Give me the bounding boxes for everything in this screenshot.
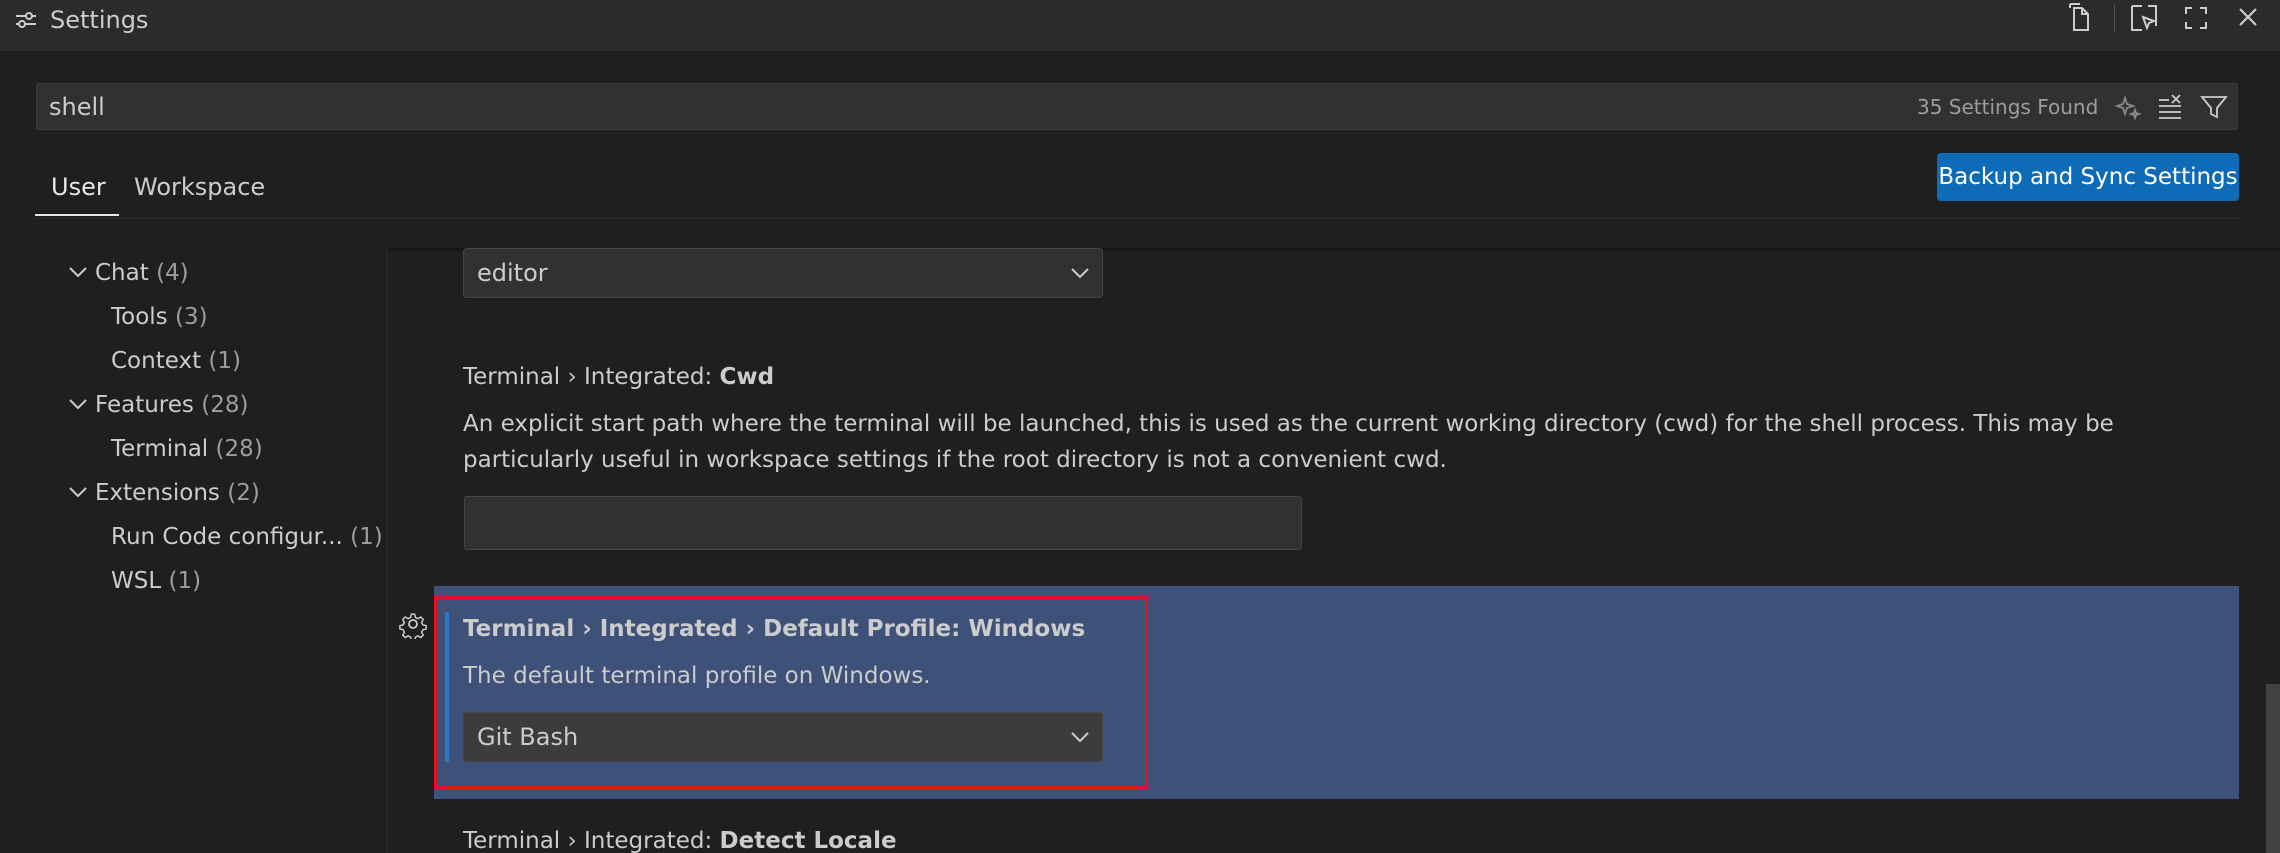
- backup-sync-button[interactable]: Backup and Sync Settings: [1937, 153, 2239, 201]
- chevron-down-icon: [67, 261, 89, 283]
- clear-filter-icon[interactable]: [2155, 92, 2185, 122]
- dropdown-value: editor: [477, 259, 548, 287]
- toc-item-chat[interactable]: Chat (4): [69, 253, 189, 293]
- chevron-down-icon: [67, 393, 89, 415]
- previous-setting-dropdown[interactable]: editor: [463, 248, 1103, 298]
- toc-item-count: (1): [208, 348, 242, 374]
- setting-name: Cwd: [719, 364, 775, 390]
- maximize-icon: [2178, 0, 2214, 36]
- close-button[interactable]: [2230, 0, 2266, 36]
- toc-item-count: (28): [201, 392, 249, 418]
- toc-item-terminal[interactable]: Terminal (28): [111, 429, 263, 469]
- settings-search-box: 35 Settings Found: [36, 83, 2238, 130]
- toc-item-label: Run Code configur...: [111, 524, 343, 550]
- settings-sliders-icon: [14, 10, 38, 30]
- toc-item-label: Extensions: [95, 480, 220, 506]
- scrollbar-thumb[interactable]: [2266, 684, 2280, 853]
- toc-item-count: (1): [350, 524, 383, 550]
- toc-item-label: Terminal: [111, 436, 209, 462]
- toc-item-count: (2): [227, 480, 260, 506]
- gear-icon[interactable]: [398, 609, 428, 639]
- inspect-button[interactable]: [2126, 0, 2162, 36]
- toc-item-label: Context: [111, 348, 202, 374]
- chevron-down-icon: [1068, 261, 1092, 285]
- setting-description-cwd: An explicit start path where the termina…: [463, 411, 2114, 473]
- toc-item-count: (1): [168, 568, 202, 594]
- open-json-icon: [2062, 0, 2098, 36]
- toc-item-extensions[interactable]: Extensions (2): [69, 473, 260, 513]
- toc-item-label: Chat: [95, 260, 149, 286]
- toc-item-count: (3): [174, 304, 208, 330]
- toc-item-count: (28): [215, 436, 263, 462]
- close-icon: [2230, 0, 2266, 36]
- setting-category: Terminal › Integrated:: [463, 364, 720, 390]
- title-separator: [2114, 4, 2115, 32]
- cwd-input[interactable]: [464, 496, 1302, 550]
- ai-search-icon[interactable]: [2113, 92, 2143, 122]
- toc-item-wsl[interactable]: WSL (1): [111, 561, 201, 601]
- search-input[interactable]: [49, 84, 1849, 129]
- tab-user[interactable]: User: [51, 172, 106, 202]
- toc-item-label: Features: [95, 392, 194, 418]
- toc-item-label: WSL: [111, 568, 162, 594]
- toc-divider: [387, 248, 388, 853]
- active-tab-indicator: [35, 214, 119, 216]
- toc-item-label: Tools: [111, 304, 168, 330]
- toc-item-count: (4): [156, 260, 189, 286]
- search-results-count: 35 Settings Found: [1917, 95, 2099, 119]
- setting-title-cwd: Terminal › Integrated: Cwd: [463, 362, 774, 392]
- title-bar: Settings: [0, 0, 2280, 52]
- toc-item-context[interactable]: Context (1): [111, 341, 241, 381]
- highlight-annotation-box: [434, 596, 1148, 789]
- toc-item-tools[interactable]: Tools (3): [111, 297, 208, 337]
- toc-item-features[interactable]: Features (28): [69, 385, 249, 425]
- chevron-down-icon: [67, 481, 89, 503]
- setting-name: Detect Locale: [719, 828, 897, 853]
- window-title: Settings: [50, 6, 149, 34]
- inspect-icon: [2126, 0, 2162, 36]
- toc-item-run-code[interactable]: Run Code configur... (1): [111, 517, 385, 557]
- settings-toc: Chat (4) Tools (3) Context (1) Features …: [0, 250, 388, 853]
- setting-category: Terminal › Integrated:: [463, 828, 720, 853]
- maximize-button[interactable]: [2178, 0, 2214, 36]
- filter-icon[interactable]: [2199, 92, 2229, 122]
- open-settings-json-button[interactable]: [2062, 0, 2098, 36]
- tab-workspace[interactable]: Workspace: [134, 172, 265, 202]
- tabs-divider: [35, 218, 2239, 219]
- setting-title-detect-locale: Terminal › Integrated: Detect Locale: [463, 826, 897, 853]
